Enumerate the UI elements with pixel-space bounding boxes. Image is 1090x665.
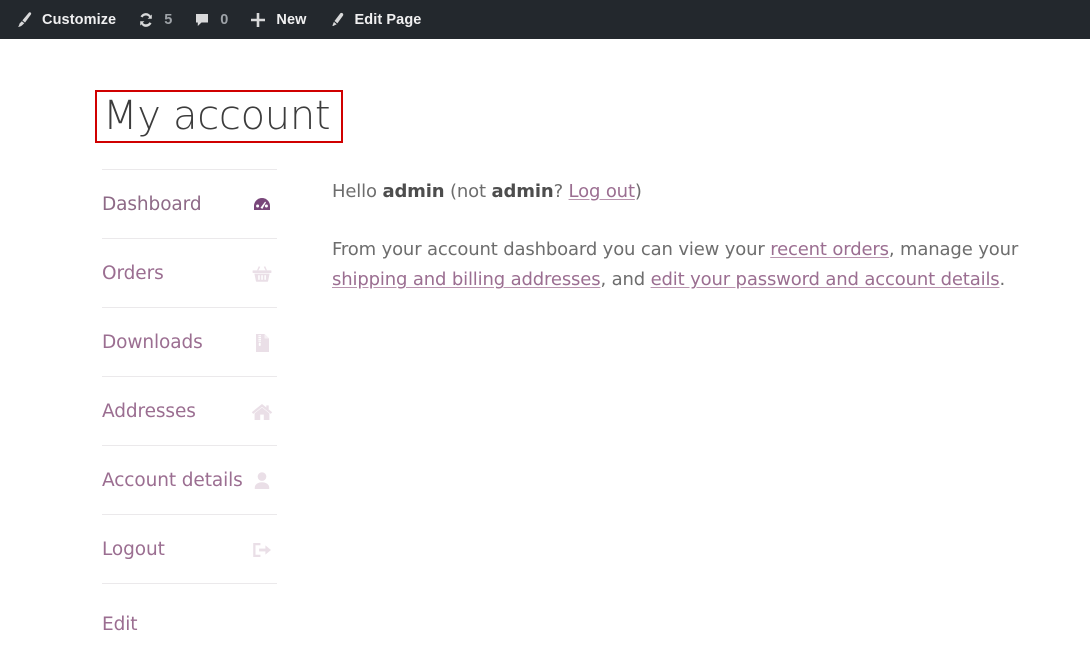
sidebar-item-addresses[interactable]: Addresses (102, 376, 277, 445)
sidebar-link-account-details[interactable]: Account details (102, 446, 277, 514)
greeting-not-username: admin (491, 181, 554, 202)
shopping-basket-icon (249, 261, 275, 287)
account-details-link[interactable]: edit your password and account details (651, 269, 1000, 290)
comment-bubble-icon (192, 10, 212, 30)
sidebar-label-downloads: Downloads (102, 332, 203, 353)
sidebar-item-logout[interactable]: Logout (102, 514, 277, 583)
sidebar-item-downloads[interactable]: Downloads (102, 307, 277, 376)
recent-orders-link[interactable]: recent orders (770, 239, 889, 260)
user-icon (249, 468, 275, 494)
sidebar-link-edit[interactable]: Edit (102, 584, 277, 655)
admin-bar-item-edit-page[interactable]: Edit Page (317, 0, 432, 39)
greeting-hello: Hello (332, 181, 383, 202)
sidebar-item-orders[interactable]: Orders (102, 238, 277, 307)
sidebar-item-edit[interactable]: Edit (102, 583, 277, 655)
dashboard-gauge-icon (249, 192, 275, 218)
greeting-question: ? (553, 181, 569, 202)
greeting-paragraph: Hello admin (not admin? Log out) (332, 177, 1062, 207)
account-navigation: Dashboard Orders Downloads Addresses Acc… (102, 169, 277, 655)
sidebar-link-downloads[interactable]: Downloads (102, 308, 277, 376)
admin-bar-label-new: New (276, 11, 307, 28)
admin-bar: Customize 5 0 New Edit Page (0, 0, 1090, 39)
sidebar-link-orders[interactable]: Orders (102, 239, 277, 307)
sidebar-label-logout: Logout (102, 539, 165, 560)
admin-bar-item-updates[interactable]: 5 (126, 0, 182, 39)
sidebar-link-dashboard[interactable]: Dashboard (102, 170, 277, 238)
account-nav-list: Dashboard Orders Downloads Addresses Acc… (102, 169, 277, 655)
intro-part2: , manage your (888, 239, 1019, 261)
file-archive-icon (249, 330, 275, 356)
admin-bar-item-customize[interactable]: Customize (4, 0, 126, 39)
admin-bar-label-customize: Customize (42, 11, 117, 28)
sidebar-label-account-details: Account details (102, 470, 243, 491)
refresh-icon (136, 10, 156, 30)
addresses-link[interactable]: shipping and billing addresses (332, 269, 601, 290)
greeting-username: admin (382, 181, 445, 202)
logout-link[interactable]: Log out (569, 181, 635, 202)
page-title: My account (103, 92, 331, 139)
sidebar-label-addresses: Addresses (102, 401, 196, 422)
sidebar-label-dashboard: Dashboard (102, 194, 202, 215)
home-icon (249, 399, 275, 425)
greeting-close: ) (634, 181, 642, 202)
greeting-not-prefix: (not (444, 181, 492, 202)
pencil-icon (327, 10, 347, 30)
page-title-highlight-box: My account (95, 90, 343, 143)
sidebar-link-addresses[interactable]: Addresses (102, 377, 277, 445)
paintbrush-icon (14, 10, 34, 30)
intro-part4: . (999, 269, 1006, 291)
intro-part1: From your account dashboard you can view… (332, 239, 771, 261)
admin-bar-item-comments[interactable]: 0 (182, 0, 238, 39)
admin-bar-label-edit-page: Edit Page (354, 11, 422, 28)
admin-bar-updates-count: 5 (164, 11, 173, 28)
sign-out-icon (249, 537, 275, 563)
admin-bar-item-new[interactable]: New (238, 0, 316, 39)
plus-icon (248, 10, 268, 30)
sidebar-link-logout[interactable]: Logout (102, 515, 277, 583)
intro-paragraph: From your account dashboard you can view… (332, 235, 1062, 295)
sidebar-label-edit: Edit (102, 614, 138, 635)
intro-part3: , and (600, 269, 651, 291)
account-dashboard-content: Hello admin (not admin? Log out) From yo… (332, 177, 1062, 296)
sidebar-item-dashboard[interactable]: Dashboard (102, 169, 277, 238)
admin-bar-comments-count: 0 (220, 11, 229, 28)
sidebar-item-account-details[interactable]: Account details (102, 445, 277, 514)
sidebar-label-orders: Orders (102, 263, 164, 284)
